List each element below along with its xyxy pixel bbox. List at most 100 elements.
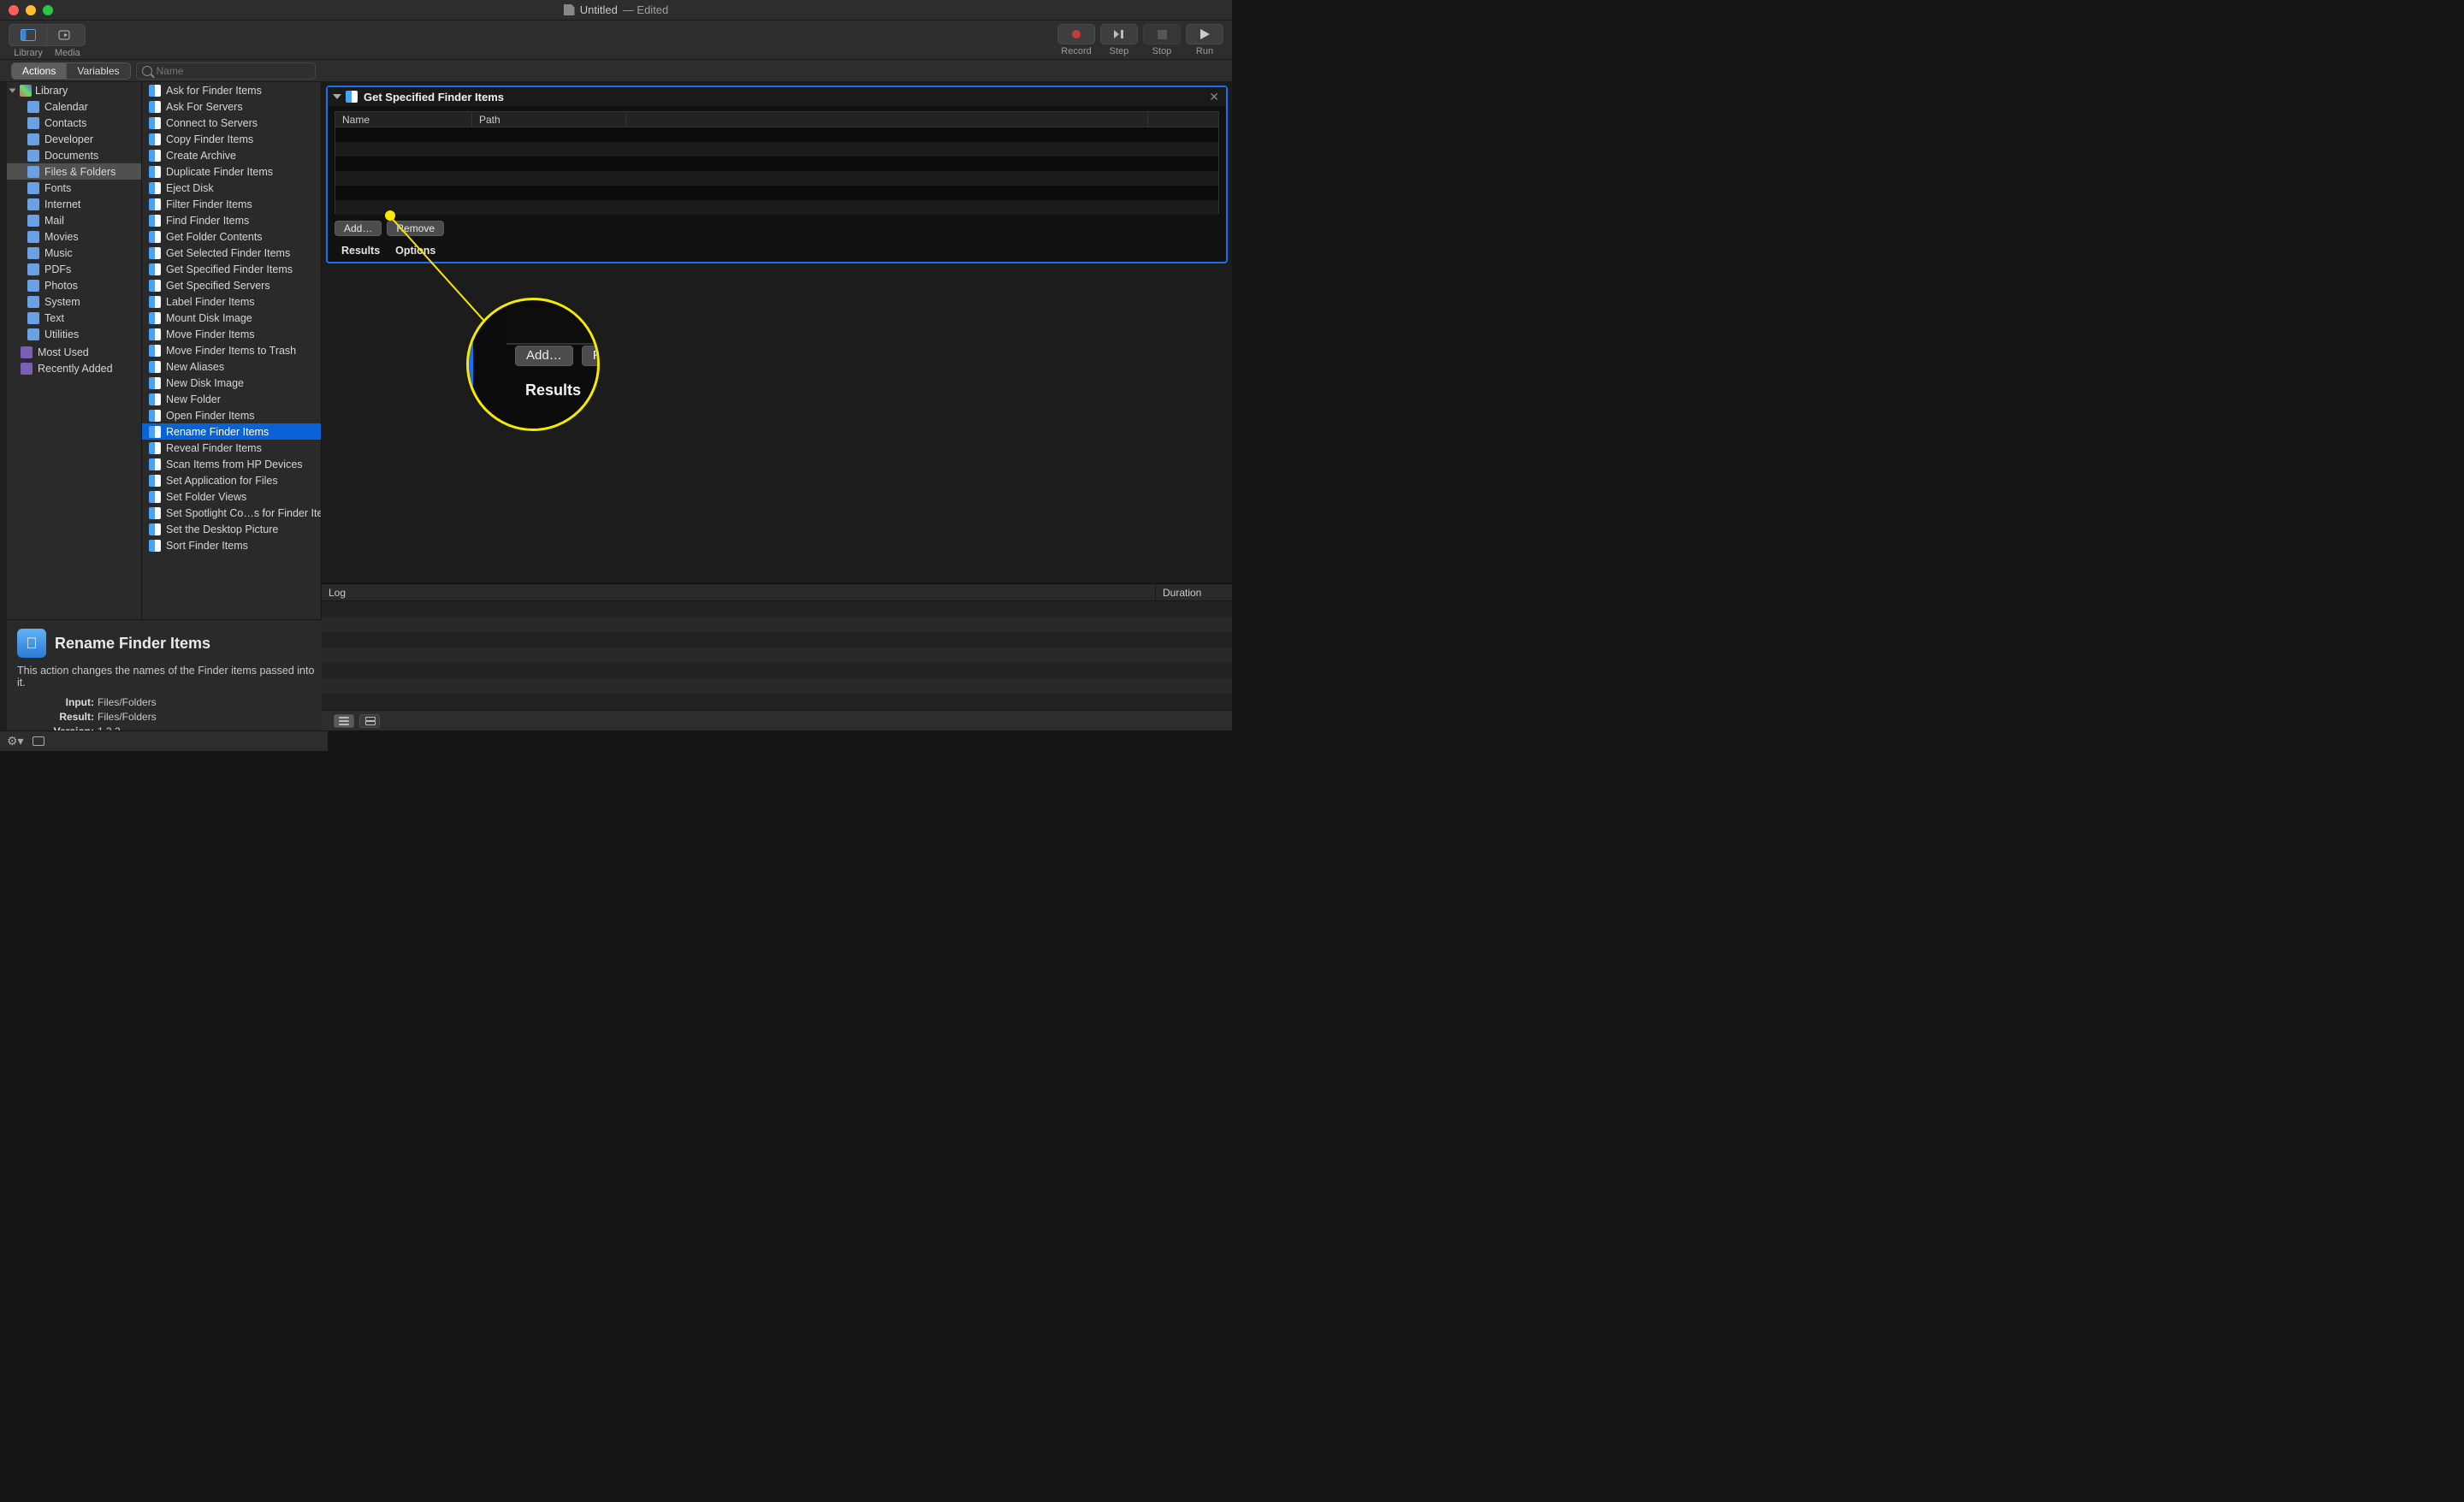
action-item[interactable]: Copy Finder Items [142, 131, 321, 147]
action-item[interactable]: Mount Disk Image [142, 310, 321, 326]
category-item[interactable]: Internet [7, 196, 141, 212]
smart-category-item[interactable]: Most Used [7, 344, 141, 360]
toggle-description-button[interactable] [33, 736, 44, 746]
category-item[interactable]: Photos [7, 277, 141, 293]
workflow-action-block[interactable]: Get Specified Finder Items ✕ Name Path [326, 86, 1228, 263]
action-item[interactable]: Get Specified Finder Items [142, 261, 321, 277]
category-item[interactable]: System [7, 293, 141, 310]
finder-icon [149, 150, 161, 162]
folder-icon [27, 280, 39, 292]
stop-button[interactable] [1143, 24, 1181, 44]
action-label: Ask for Finder Items [166, 85, 262, 97]
action-item[interactable]: Move Finder Items to Trash [142, 342, 321, 358]
items-table[interactable]: Name Path [335, 111, 1219, 214]
media-toggle-button[interactable] [47, 25, 85, 45]
action-label: Get Folder Contents [166, 231, 263, 243]
category-item[interactable]: Utilities [7, 326, 141, 342]
action-item[interactable]: Ask For Servers [142, 98, 321, 115]
options-tab[interactable]: Options [395, 245, 435, 257]
action-item[interactable]: Eject Disk [142, 180, 321, 196]
action-item[interactable]: Ask for Finder Items [142, 82, 321, 98]
action-item[interactable]: Sort Finder Items [142, 537, 321, 553]
category-item[interactable]: Calendar [7, 98, 141, 115]
table-body[interactable] [335, 127, 1218, 213]
run-label: Run [1196, 46, 1213, 56]
step-button[interactable] [1100, 24, 1138, 44]
action-label: Ask For Servers [166, 101, 243, 113]
action-item[interactable]: Get Folder Contents [142, 228, 321, 245]
finder-icon [149, 393, 161, 405]
zoom-window-icon[interactable] [43, 5, 53, 15]
gear-icon[interactable]: ⚙︎▾ [7, 734, 24, 748]
action-label: Reveal Finder Items [166, 442, 262, 454]
action-item[interactable]: Connect to Servers [142, 115, 321, 131]
tab-variables[interactable]: Variables [67, 63, 129, 79]
category-item[interactable]: Mail [7, 212, 141, 228]
action-item[interactable]: Move Finder Items [142, 326, 321, 342]
search-field[interactable] [136, 62, 316, 80]
action-item[interactable]: New Disk Image [142, 375, 321, 391]
category-item[interactable]: Files & Folders [7, 163, 141, 180]
action-item[interactable]: Scan Items from HP Devices [142, 456, 321, 472]
toolbar: Library Media Record Step Stop Run [0, 21, 1232, 60]
view-list-button[interactable] [334, 714, 354, 728]
category-item[interactable]: Fonts [7, 180, 141, 196]
log-column[interactable]: Log [322, 584, 1155, 600]
action-header[interactable]: Get Specified Finder Items ✕ [328, 87, 1226, 106]
close-action-button[interactable]: ✕ [1209, 90, 1219, 104]
action-label: Find Finder Items [166, 215, 249, 227]
column-name[interactable]: Name [335, 112, 472, 127]
category-item[interactable]: Movies [7, 228, 141, 245]
action-item[interactable]: Get Specified Servers [142, 277, 321, 293]
action-item[interactable]: Filter Finder Items [142, 196, 321, 212]
add-button[interactable]: Add… [335, 221, 382, 236]
action-item[interactable]: Duplicate Finder Items [142, 163, 321, 180]
results-tab[interactable]: Results [341, 245, 380, 257]
folder-icon [27, 166, 39, 178]
category-item[interactable]: Text [7, 310, 141, 326]
column-path[interactable]: Path [472, 112, 626, 127]
action-label: Copy Finder Items [166, 133, 253, 145]
category-item[interactable]: PDFs [7, 261, 141, 277]
finder-icon [149, 215, 161, 227]
action-item[interactable]: Set the Desktop Picture [142, 521, 321, 537]
folder-icon [27, 296, 39, 308]
action-item[interactable]: Reveal Finder Items [142, 440, 321, 456]
category-item[interactable]: Contacts [7, 115, 141, 131]
category-item[interactable]: Developer [7, 131, 141, 147]
smart-category-item[interactable]: Recently Added [7, 360, 141, 376]
folder-icon [27, 215, 39, 227]
record-button[interactable] [1057, 24, 1095, 44]
category-label: Calendar [44, 101, 88, 113]
finder-icon [149, 85, 161, 97]
category-item[interactable]: Documents [7, 147, 141, 163]
info-title: Rename Finder Items [55, 635, 142, 653]
view-flow-button[interactable] [359, 714, 380, 728]
category-item[interactable]: Music [7, 245, 141, 261]
action-item[interactable]: Label Finder Items [142, 293, 321, 310]
duration-column[interactable]: Duration [1155, 584, 1232, 600]
action-item[interactable]: Find Finder Items [142, 212, 321, 228]
action-label: Set Spotlight Co…s for Finder Items [166, 507, 322, 519]
library-toggle-button[interactable] [9, 25, 47, 45]
library-root[interactable]: Library [7, 82, 141, 98]
action-item[interactable]: Set Folder Views [142, 488, 321, 505]
action-item[interactable]: Set Application for Files [142, 472, 321, 488]
action-item[interactable]: Create Archive [142, 147, 321, 163]
action-label: Move Finder Items [166, 328, 255, 340]
action-item[interactable]: Rename Finder Items [142, 423, 321, 440]
action-item[interactable]: Set Spotlight Co…s for Finder Items [142, 505, 321, 521]
action-item[interactable]: Open Finder Items [142, 407, 321, 423]
disclosure-icon[interactable] [333, 94, 341, 99]
action-item[interactable]: New Aliases [142, 358, 321, 375]
minimize-window-icon[interactable] [26, 5, 36, 15]
action-item[interactable]: Get Selected Finder Items [142, 245, 321, 261]
action-item[interactable]: New Folder [142, 391, 321, 407]
run-button[interactable] [1186, 24, 1223, 44]
action-label: Get Specified Servers [166, 280, 270, 292]
search-input[interactable] [157, 65, 310, 77]
library-bottom-bar: ⚙︎▾ [0, 730, 329, 751]
tab-actions[interactable]: Actions [12, 63, 67, 79]
close-window-icon[interactable] [9, 5, 19, 15]
remove-button[interactable]: Remove [387, 221, 444, 236]
